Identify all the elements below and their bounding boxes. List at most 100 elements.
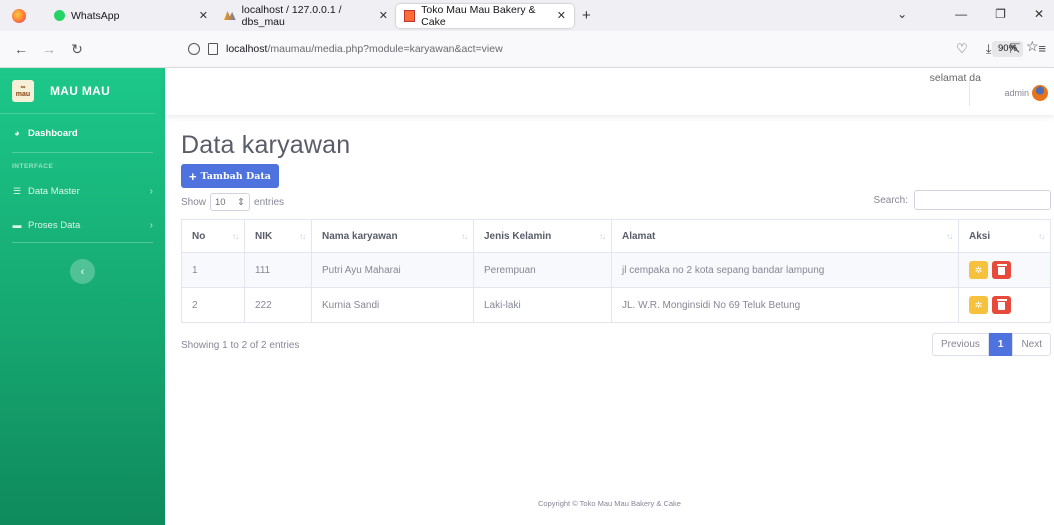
reload-icon[interactable]: ↻	[70, 41, 84, 58]
cell-jenis-kelamin: Laki-laki	[473, 287, 612, 323]
search-input[interactable]	[914, 190, 1051, 210]
page-icon[interactable]	[208, 43, 218, 55]
cell-no: 2	[181, 287, 245, 323]
tab-whatsapp[interactable]: WhatsApp ✕	[46, 4, 216, 28]
column-header-no[interactable]: No ↑↓	[181, 219, 245, 253]
edit-button[interactable]: ✲	[969, 296, 988, 314]
cell-nik: 222	[244, 287, 312, 323]
sidebar-toggle-button[interactable]: ‹	[70, 259, 95, 284]
sort-icon: ↑↓	[299, 232, 306, 241]
sidebar-item-data-master[interactable]: ☰ Data Master ›	[0, 174, 165, 208]
firefox-icon[interactable]	[12, 8, 26, 23]
sidebar-item-label: Data Master	[28, 185, 80, 197]
pagination-next-button[interactable]: Next	[1012, 333, 1051, 356]
select-arrows-icon: ⇕	[237, 196, 246, 208]
table-search: Search:	[874, 190, 1051, 210]
browser-nav-bar: ← → ↻ localhost/maumau/media.php?module=…	[0, 31, 1054, 68]
sidebar-item-label: Proses Data	[28, 219, 81, 231]
gear-icon: ✲	[974, 264, 983, 275]
sidebar-item-label: Dashboard	[28, 127, 78, 139]
search-label: Search:	[873, 194, 908, 206]
window-controls: ⌄ — ❐ ✕	[897, 7, 1044, 21]
sidebar-item-proses-data[interactable]: ▬ Proses Data ›	[0, 208, 165, 242]
sort-icon: ↑↓	[946, 232, 953, 241]
cell-nama: Putri Ayu Maharai	[311, 252, 474, 288]
pocket-icon[interactable]: ♡	[956, 41, 968, 57]
column-header-aksi[interactable]: Aksi ↑↓	[958, 219, 1051, 253]
cell-aksi: ✲	[958, 252, 1051, 288]
chevron-left-icon: ‹	[80, 265, 85, 278]
back-icon[interactable]: ←	[14, 41, 28, 57]
pagination-previous-button[interactable]: Previous	[931, 333, 989, 356]
karyawan-table: No ↑↓ NIK ↑↓ Nama karyawan ↑↓ Jenis Kelamin…	[181, 219, 1051, 323]
minimize-icon[interactable]: —	[955, 7, 967, 21]
column-header-jenis-kelamin[interactable]: Jenis Kelamin ↑↓	[473, 219, 612, 253]
brand[interactable]: ∞ mau MAU MAU	[0, 68, 155, 114]
entries-select[interactable]: 10 ⇕	[210, 193, 251, 211]
delete-button[interactable]	[992, 261, 1011, 279]
column-header-nama[interactable]: Nama karyawan ↑↓	[311, 219, 474, 253]
delete-button[interactable]	[992, 296, 1011, 314]
tab-phpmyadmin[interactable]: localhost / 127.0.0.1 / dbs_mau ✕	[216, 4, 396, 28]
sidebar-heading: INTERFACE	[12, 163, 54, 170]
table-info: Showing 1 to 2 of 2 entries	[181, 340, 300, 351]
site-favicon-icon	[404, 9, 416, 22]
close-icon[interactable]: ✕	[379, 9, 388, 22]
cell-nik: 111	[244, 252, 312, 288]
table-header-row: No ↑↓ NIK ↑↓ Nama karyawan ↑↓ Jenis Kelamin…	[181, 219, 1051, 253]
trash-icon	[996, 264, 1007, 275]
browser-tab-bar: WhatsApp ✕ localhost / 127.0.0.1 / dbs_m…	[0, 0, 1054, 31]
url-path: /maumau/media.php?module=karyawan&act=vi…	[267, 43, 503, 55]
entries-length: Show 10 ⇕ entries	[181, 193, 284, 211]
sidebar-divider	[12, 242, 153, 243]
tab-toko-mau-mau[interactable]: Toko Mau Mau Bakery & Cake ✕	[396, 3, 574, 28]
url-bar[interactable]: localhost/maumau/media.php?module=karyaw…	[188, 37, 1039, 61]
sidebar-item-dashboard[interactable]: ◕ Dashboard	[0, 114, 165, 152]
sort-icon: ↑↓	[461, 232, 468, 241]
chevron-right-icon: ›	[149, 185, 153, 197]
add-data-label: Tambah Data	[200, 170, 271, 182]
dashboard-icon: ◕	[14, 128, 20, 138]
page-title: Data karyawan	[181, 131, 351, 159]
cell-jenis-kelamin: Perempuan	[473, 252, 612, 288]
footer-copyright: Copyright © Toko Mau Mau Bakery & Cake	[165, 483, 1054, 525]
sidebar: ∞ mau MAU MAU ◕ Dashboard INTERFACE ☰ Dat…	[0, 68, 165, 525]
toolbar-icons: ♡ ⤓ ⇱ ≡	[956, 41, 1046, 57]
chevron-down-icon[interactable]: ⌄	[897, 7, 907, 21]
column-header-nik[interactable]: NIK ↑↓	[244, 219, 312, 253]
tab-label: WhatsApp	[71, 9, 120, 22]
topbar-divider	[969, 80, 970, 106]
edit-button[interactable]: ✲	[969, 261, 988, 279]
chevron-right-icon: ›	[149, 219, 153, 231]
cell-alamat: JL. W.R. Monginsidi No 69 Teluk Betung	[611, 287, 959, 323]
cell-nama: Kurnia Sandi	[311, 287, 474, 323]
tab-label: localhost / 127.0.0.1 / dbs_mau	[241, 3, 342, 28]
sort-icon: ↑↓	[599, 232, 606, 241]
download-icon[interactable]: ⤓	[986, 41, 992, 57]
share-icon[interactable]: ⇱	[1010, 41, 1021, 57]
pagination-page-button[interactable]: 1	[988, 333, 1013, 356]
close-window-icon[interactable]: ✕	[1034, 7, 1044, 21]
column-header-alamat[interactable]: Alamat ↑↓	[611, 219, 959, 253]
cell-aksi: ✲	[958, 287, 1051, 323]
user-name[interactable]: admin	[1004, 88, 1029, 98]
brand-logo: ∞ mau	[12, 79, 34, 102]
forward-icon[interactable]: →	[42, 41, 56, 57]
avatar[interactable]	[1032, 85, 1048, 101]
sort-icon: ↑↓	[232, 232, 239, 241]
topbar: selamat da admin	[165, 68, 1054, 115]
show-label: Show	[181, 196, 207, 208]
menu-icon[interactable]: ≡	[1038, 41, 1046, 57]
sort-icon: ↑↓	[1038, 232, 1045, 241]
restore-icon[interactable]: ❐	[995, 7, 1006, 21]
whatsapp-icon	[54, 10, 65, 21]
entries-value: 10	[215, 196, 226, 208]
add-data-button[interactable]: + Tambah Data	[181, 164, 279, 188]
pagination: Previous 1 Next	[931, 333, 1051, 356]
new-tab-icon[interactable]: +	[582, 7, 591, 24]
shield-icon[interactable]	[188, 43, 200, 55]
greeting-marquee: selamat da	[929, 72, 981, 84]
list-icon: ☰	[12, 185, 22, 196]
close-icon[interactable]: ✕	[557, 9, 566, 22]
close-icon[interactable]: ✕	[199, 9, 208, 22]
